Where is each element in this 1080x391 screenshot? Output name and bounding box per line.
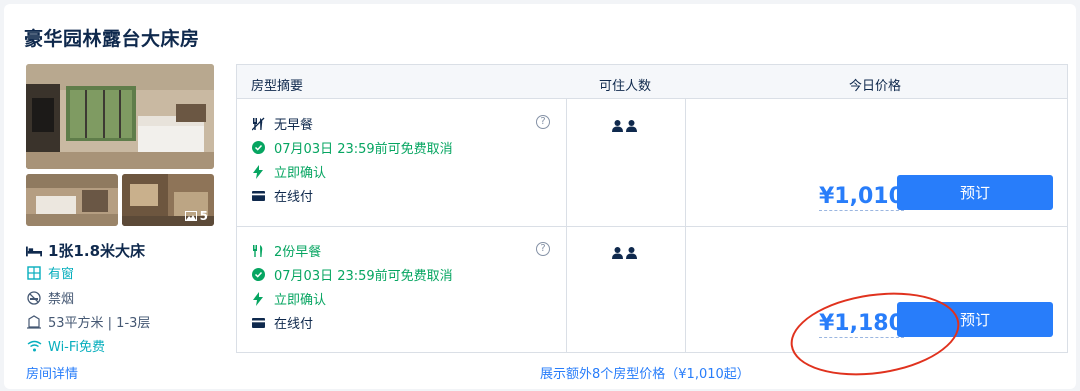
room-photo-thumb-1[interactable] [26,174,118,226]
instant-confirm-label: 立即确认 [274,166,327,181]
area-label: 53平方米 | 1-3层 [48,316,151,331]
meal-info: 无早餐 [251,114,313,133]
cancellation-label: 07月03日 23:59前可免费取消 [274,142,453,157]
person-icon [612,120,623,132]
breakfast-icon [251,244,265,258]
meal-label: 无早餐 [274,118,314,133]
credit-card-icon [251,316,265,330]
room-photo-image [26,174,118,226]
bed-info: 1张1.8米大床 [26,240,145,261]
check-circle-icon [251,268,265,282]
photo-count: 5 [184,209,208,223]
payment-label: 在线付 [274,317,314,332]
room-details-link[interactable]: 房间详情 [26,363,78,382]
room-photo-main[interactable] [26,64,214,169]
payment-info: 在线付 [251,313,313,332]
cancellation-info[interactable]: 07月03日 23:59前可免费取消 [251,265,453,284]
rate-table: 房型摘要 可住人数 今日价格 无早餐 07月03日 23:59前可免费取消 立即… [236,64,1068,353]
book-button[interactable]: 预订 [897,175,1053,210]
person-icon [626,247,637,259]
smoking-label: 禁烟 [48,292,75,307]
instant-confirm-label: 立即确认 [274,293,327,308]
payment-info: 在线付 [251,186,313,205]
book-button[interactable]: 预订 [897,302,1053,337]
help-icon[interactable]: ? [536,115,550,129]
meal-info: 2份早餐 [251,241,321,260]
rate-table-header: 房型摘要 可住人数 今日价格 [237,65,1067,99]
occupancy-icons [612,120,637,132]
person-icon [612,247,623,259]
rate-row: 无早餐 07月03日 23:59前可免费取消 立即确认 在线付 ? ¥1,010… [237,100,1067,226]
window-icon [26,265,42,281]
wifi-label: Wi-Fi免费 [48,340,106,355]
payment-label: 在线付 [274,190,314,205]
header-today-price: 今日价格 [849,79,902,94]
header-occupancy: 可住人数 [599,79,652,94]
lightning-icon [251,291,265,306]
cancellation-label: 07月03日 23:59前可免费取消 [274,269,453,284]
window-label: 有窗 [48,267,75,282]
area-icon [26,314,42,330]
image-icon [184,211,197,221]
instant-confirm-info: 立即确认 [251,289,326,308]
meal-label: 2份早餐 [274,245,322,260]
rate-row: 2份早餐 07月03日 23:59前可免费取消 立即确认 在线付 ? ¥1,18… [237,227,1067,353]
area-info: 53平方米 | 1-3层 [26,312,150,331]
lightning-icon [251,164,265,179]
bed-label: 1张1.8米大床 [48,242,146,260]
photo-count-value: 5 [199,209,208,223]
window-info: 有窗 [26,263,74,282]
header-room-summary: 房型摘要 [251,79,304,94]
credit-card-icon [251,189,265,203]
instant-confirm-info: 立即确认 [251,162,326,181]
smoking-info: 禁烟 [26,288,74,307]
check-circle-icon [251,141,265,155]
more-rates-link[interactable]: 展示额外8个房型价格（¥1,010起） [540,363,750,382]
person-icon [626,120,637,132]
no-breakfast-icon [251,117,265,131]
bed-icon [26,243,42,259]
wifi-info: Wi-Fi免费 [26,336,105,355]
help-icon[interactable]: ? [536,242,550,256]
room-title: 豪华园林露台大床房 [24,28,200,50]
no-smoking-icon [26,290,42,306]
room-photo-thumb-2[interactable]: 5 [122,174,214,226]
occupancy-icons [612,247,637,259]
price: ¥1,010 [819,184,904,211]
cancellation-info[interactable]: 07月03日 23:59前可免费取消 [251,138,453,157]
price: ¥1,180 [819,311,904,338]
wifi-icon [26,338,42,354]
room-photo-image [26,64,214,169]
